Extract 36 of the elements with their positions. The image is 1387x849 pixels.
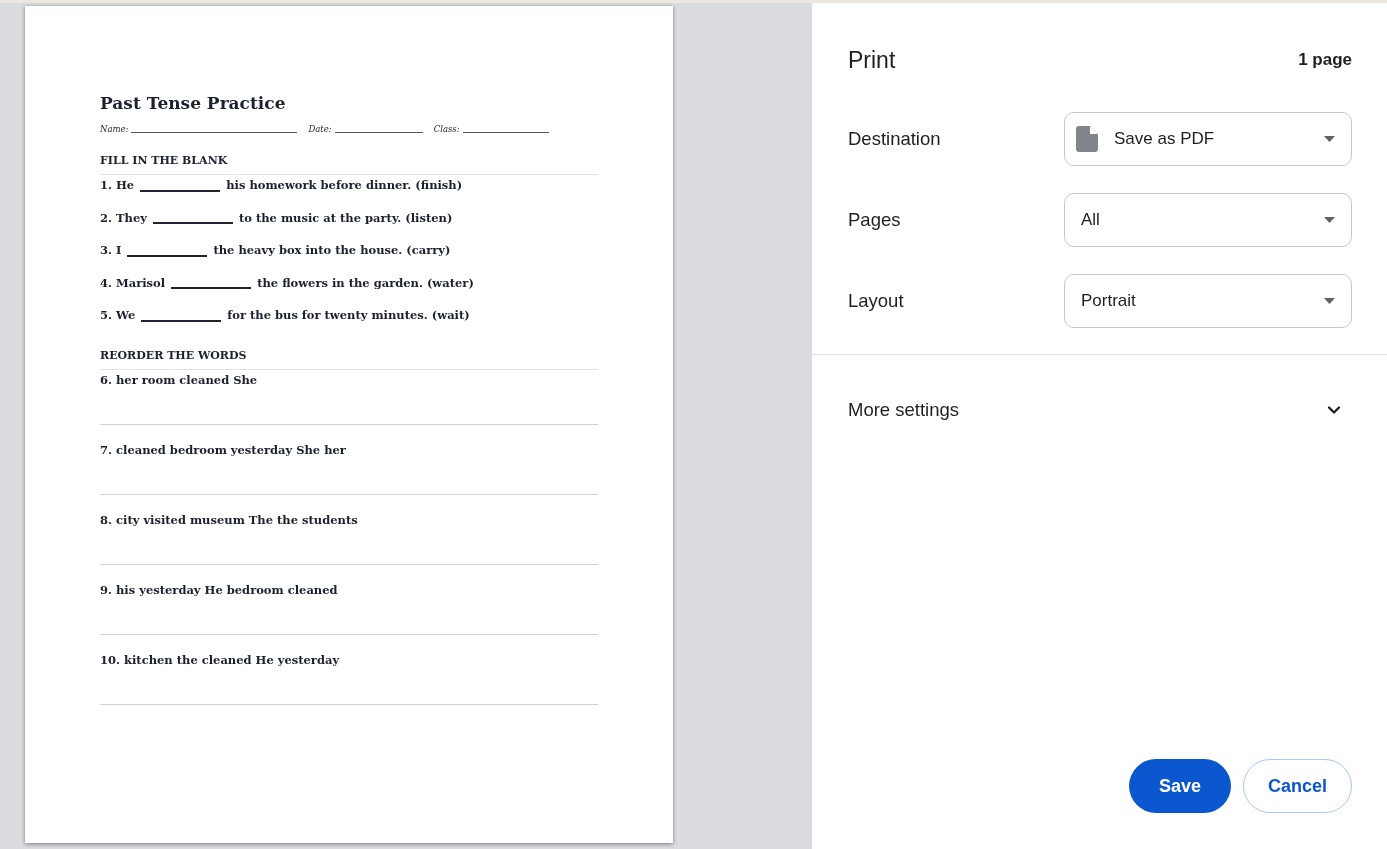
field-label: Date: bbox=[308, 123, 332, 135]
setting-label: Layout bbox=[848, 289, 905, 314]
caret-icon bbox=[1324, 298, 1335, 304]
setting-label: Destination bbox=[848, 127, 942, 152]
question-text: 2. They bbox=[100, 209, 147, 227]
question-text: 10. kitchen the cleaned He yesterday bbox=[100, 652, 341, 668]
cancel-button[interactable]: Cancel bbox=[1242, 759, 1352, 813]
caret-icon bbox=[1324, 136, 1335, 142]
dropdown[interactable]: All bbox=[1064, 193, 1352, 247]
question-text: the heavy box into the house. (carry) bbox=[213, 242, 451, 260]
question-text: 4. Marisol bbox=[100, 274, 166, 292]
dialog-title: Print bbox=[848, 45, 896, 75]
question-text: 5. We bbox=[100, 307, 136, 325]
page-count: 1 page bbox=[1298, 49, 1352, 72]
question-text: 1. He bbox=[100, 177, 135, 195]
more-settings-toggle[interactable]: More settings bbox=[848, 382, 1352, 438]
question-text: his homework before dinner. (finish) bbox=[226, 177, 463, 195]
field-label: Class: bbox=[433, 123, 460, 135]
question-text: 7. cleaned bedroom yesterday She her bbox=[100, 442, 347, 458]
dropdown[interactable]: Save as PDF bbox=[1064, 112, 1352, 166]
question-text: to the music at the party. (listen) bbox=[238, 209, 453, 227]
file-icon bbox=[1076, 126, 1098, 152]
question-text: 6. her room cleaned She bbox=[100, 372, 259, 388]
question-text: 3. I bbox=[100, 242, 122, 260]
dropdown[interactable]: Portrait bbox=[1064, 274, 1352, 328]
caret-icon bbox=[1324, 217, 1335, 223]
field-label: Name: bbox=[100, 123, 129, 135]
question-text: for the bus for twenty minutes. (wait) bbox=[227, 307, 470, 325]
setting-label: Pages bbox=[848, 208, 902, 233]
question-text: 8. city visited museum The the students bbox=[100, 512, 359, 528]
worksheet-title: Past Tense Practice bbox=[100, 92, 287, 114]
save-button[interactable]: Save bbox=[1128, 759, 1231, 813]
question-text: 9. his yesterday He bedroom cleaned bbox=[100, 582, 339, 598]
question-text: the flowers in the garden. (water) bbox=[257, 274, 474, 292]
section-heading: FILL IN THE BLANK bbox=[100, 153, 598, 175]
section-heading: REORDER THE WORDS bbox=[100, 348, 598, 370]
